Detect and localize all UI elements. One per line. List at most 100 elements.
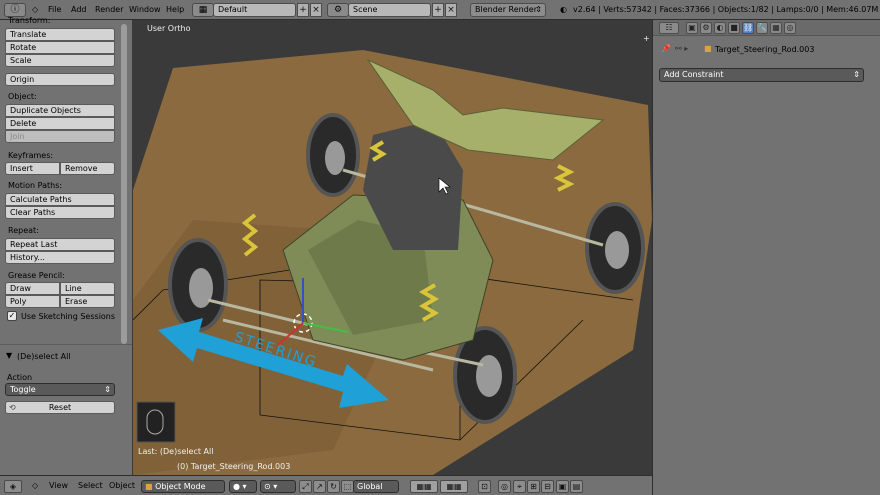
view-name-label: User Ortho [147,24,191,33]
editor-type-3d-icon[interactable]: ◈ [4,480,22,493]
render-engine-label: Blender Render [475,5,538,14]
snap-element-icon[interactable]: ⊟ [541,480,554,493]
mouse-overlay-box [136,401,176,443]
remove-keyframe-button[interactable]: Remove [60,162,115,175]
wheel-front-left [168,238,228,332]
cube-icon: ■ [145,482,156,491]
action-label: Action [7,373,33,382]
menu-window[interactable]: Window [129,0,161,20]
screen-layout-field[interactable]: Default [213,3,296,17]
origin-button[interactable]: Origin [5,73,115,86]
add-constraint-button[interactable]: Add Constraint ⇕ [659,68,864,82]
blender-logo-icon: ◐ [560,5,567,14]
translate-manip-icon[interactable]: ↗ [313,480,326,493]
screen-layout-icon[interactable]: ▦ [192,3,214,17]
viewport-scene-canvas[interactable]: STEERING [133,20,652,475]
layers-grid-1[interactable]: ▦▦ [410,480,438,493]
scene-stats: v2.64 | Verts:57342 | Faces:37366 | Obje… [573,5,880,14]
gp-line-button[interactable]: Line [60,282,115,295]
editor-type-info-button[interactable]: ⓘ [4,3,26,17]
physics-tab[interactable]: ◎ [784,22,796,34]
wheel-rear-right [585,202,645,294]
object-section-title: Object: [8,92,37,101]
properties-editor: ☷ ▣ ⚙ ◐ ■ ⛓ 🔧 ▦ ◎ 📌 ⚯ ▸ ■ Target_Steerin… [652,20,880,495]
gp-erase-button[interactable]: Erase [60,295,115,308]
tool-shelf: Transform: Translate Rotate Scale Origin… [0,16,133,475]
active-object-label: (0) Target_Steering_Rod.003 [177,462,291,471]
menu-help[interactable]: Help [166,0,184,20]
mode-select[interactable]: ■ Object Mode [141,480,225,493]
manipulator-toggle-icon[interactable]: ⤢ [299,480,312,493]
context-object-name: Target_Steering_Rod.003 [715,45,815,54]
operator-panel: ▼ (De)select All Action Toggle ⇕ ⟲ Reset [0,344,132,475]
delete-button[interactable]: Delete [5,117,115,130]
operator-panel-title: (De)select All [17,352,71,361]
history-button[interactable]: History... [5,251,115,264]
repeat-section-title: Repeat: [8,226,39,235]
gp-poly-button[interactable]: Poly [5,295,60,308]
menu-select[interactable]: Select [78,476,103,495]
action-dropdown-value: Toggle [10,385,36,394]
add-scene-icon[interactable]: + [432,3,444,17]
scene-field[interactable]: Scene [348,3,431,17]
world-tab[interactable]: ◐ [714,22,726,34]
object-cube-icon: ■ [704,44,712,53]
scene-icon[interactable]: ⚙ [327,3,349,17]
rotate-manip-icon[interactable]: ↻ [327,480,340,493]
lock-layers-icon[interactable]: ⊡ [478,480,491,493]
editor-type-properties-icon[interactable]: ☷ [659,22,679,34]
snap-target-icon[interactable]: ⊞ [527,480,540,493]
repeat-last-button[interactable]: Repeat Last [5,238,115,251]
info-header: ⓘ ◇ File Add Render Window Help ▦ Defaul… [0,0,880,20]
add-screen-icon[interactable]: + [297,3,309,17]
snap-icon[interactable]: ⌖ [513,480,526,493]
toolshelf-scrollbar[interactable] [121,24,127,344]
sketching-sessions-label: Use Sketching Sessions [21,312,116,321]
menu-object[interactable]: Object [109,476,135,495]
shading-select[interactable]: ● ▾ [229,480,257,493]
motion-paths-section-title: Motion Paths: [8,181,63,190]
layers-grid-2[interactable]: ▦▦ [440,480,468,493]
delete-screen-icon[interactable]: × [310,3,322,17]
texture-tab[interactable]: ▦ [770,22,782,34]
scene-tab[interactable]: ⚙ [700,22,712,34]
menu-add[interactable]: Add [71,0,87,20]
menu-view[interactable]: View [49,476,68,495]
object-tab[interactable]: ■ [728,22,740,34]
gp-draw-button[interactable]: Draw [5,282,60,295]
rotate-button[interactable]: Rotate [5,41,115,54]
insert-keyframe-button[interactable]: Insert [5,162,60,175]
operator-panel-toggle-icon[interactable]: ▼ [6,351,12,360]
calculate-paths-button[interactable]: Calculate Paths [5,193,115,206]
render-icon[interactable]: ▣ [556,480,569,493]
viewport-corner-plus-icon[interactable]: + [643,34,650,43]
mode-label: Object Mode [155,482,206,491]
duplicate-objects-button[interactable]: Duplicate Objects [5,104,115,117]
3d-viewport[interactable]: STEERING User Ortho Last: (De)select All… [133,20,652,475]
last-operator-label: Last: (De)select All [138,447,214,456]
render-anim-icon[interactable]: ▤ [570,480,583,493]
scale-button[interactable]: Scale [5,54,115,67]
link-icon: ⚯ ▸ [675,44,689,53]
sketching-sessions-checkbox[interactable]: ✓ [7,311,17,321]
chevron-updown-icon: ⇕ [535,5,542,14]
properties-tabs: ☷ ▣ ⚙ ◐ ■ ⛓ 🔧 ▦ ◎ [653,20,880,36]
join-button[interactable]: Join [5,130,115,143]
translate-button[interactable]: Translate [5,28,115,41]
menu-render[interactable]: Render [95,0,123,20]
orientation-select[interactable]: Global [353,480,399,493]
grease-pencil-section-title: Grease Pencil: [8,271,65,280]
render-tab[interactable]: ▣ [686,22,698,34]
clear-paths-button[interactable]: Clear Paths [5,206,115,219]
action-dropdown[interactable]: Toggle ⇕ [5,383,115,396]
constraints-tab[interactable]: ⛓ [742,22,754,34]
pivot-select[interactable]: ⊙ ▾ [260,480,296,493]
delete-scene-icon[interactable]: × [445,3,457,17]
proportional-edit-icon[interactable]: ◎ [498,480,511,493]
pin-icon[interactable]: 📌 [661,44,671,53]
render-engine-select[interactable]: Blender Render ⇕ [470,3,546,17]
chevron-updown-icon: ⇕ [104,385,111,394]
collapse-menu-icon[interactable]: ◇ [32,476,38,495]
reset-button[interactable]: ⟲ Reset [5,401,115,414]
modifiers-tab[interactable]: 🔧 [756,22,768,34]
